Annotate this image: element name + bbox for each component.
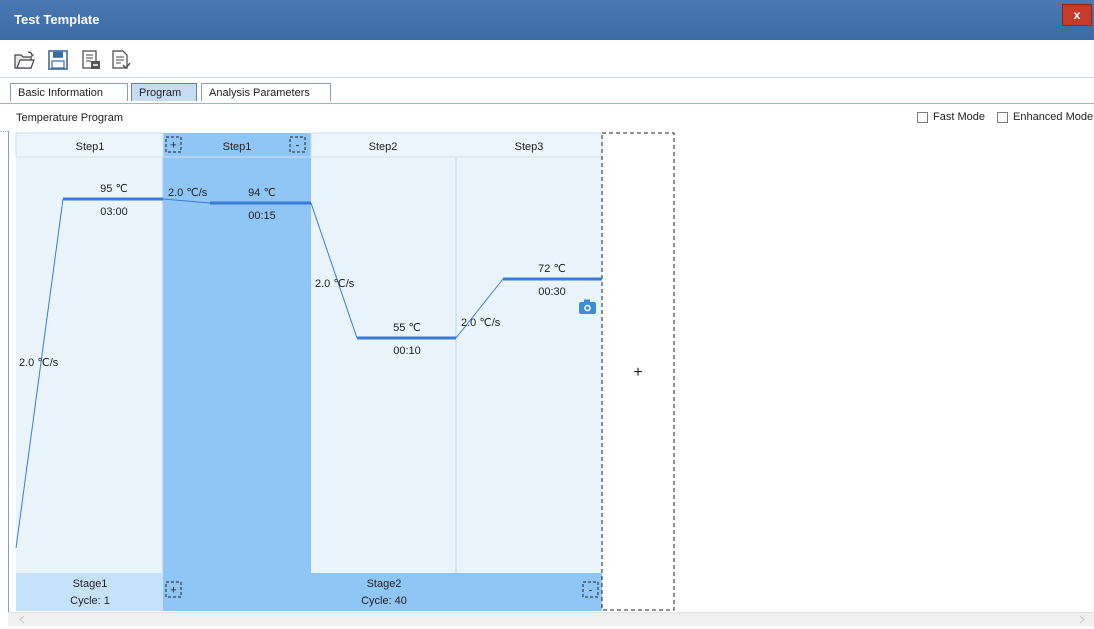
stage2-step2-header: Step2 — [369, 141, 398, 153]
stage2-cycle[interactable]: Cycle: 40 — [361, 595, 407, 607]
temperature-label[interactable]: 72 ℃ — [538, 263, 566, 275]
svg-text:-: - — [589, 585, 593, 597]
scroll-right-icon — [1079, 615, 1085, 624]
time-label[interactable]: 03:00 — [100, 206, 128, 218]
stage1-cycle[interactable]: Cycle: 1 — [70, 595, 110, 607]
horizontal-scrollbar[interactable] — [8, 612, 1094, 626]
rate-label[interactable]: 2.0 ℃/s — [315, 278, 355, 290]
temperature-program-graph: + Step1 Step1 Step2 Step3 + - 95 ℃ 94 ℃ … — [15, 132, 675, 611]
svg-text:-: - — [296, 140, 300, 152]
stage2-step1-header: Step1 — [223, 141, 252, 153]
time-label[interactable]: 00:10 — [393, 345, 421, 357]
stage2-step1-area[interactable] — [163, 133, 311, 573]
stage2-name: Stage2 — [367, 578, 402, 590]
rate-label[interactable]: 2.0 ℃/s — [168, 187, 208, 199]
scroll-left-icon — [19, 615, 25, 624]
stage1-name: Stage1 — [73, 578, 108, 590]
rate-label[interactable]: 2.0 ℃/s — [461, 317, 501, 329]
add-stage-button[interactable]: + — [633, 364, 642, 381]
temperature-label[interactable]: 95 ℃ — [100, 183, 128, 195]
stage1-step1-header: Step1 — [76, 141, 105, 153]
svg-text:+: + — [170, 140, 176, 152]
svg-text:+: + — [170, 585, 176, 597]
stage2-step3-header: Step3 — [515, 141, 544, 153]
rate-label[interactable]: 2.0 ℃/s — [19, 357, 59, 369]
time-label[interactable]: 00:30 — [538, 286, 566, 298]
temperature-label[interactable]: 55 ℃ — [393, 322, 421, 334]
time-label[interactable]: 00:15 — [248, 210, 276, 222]
temperature-label[interactable]: 94 ℃ — [248, 187, 276, 199]
